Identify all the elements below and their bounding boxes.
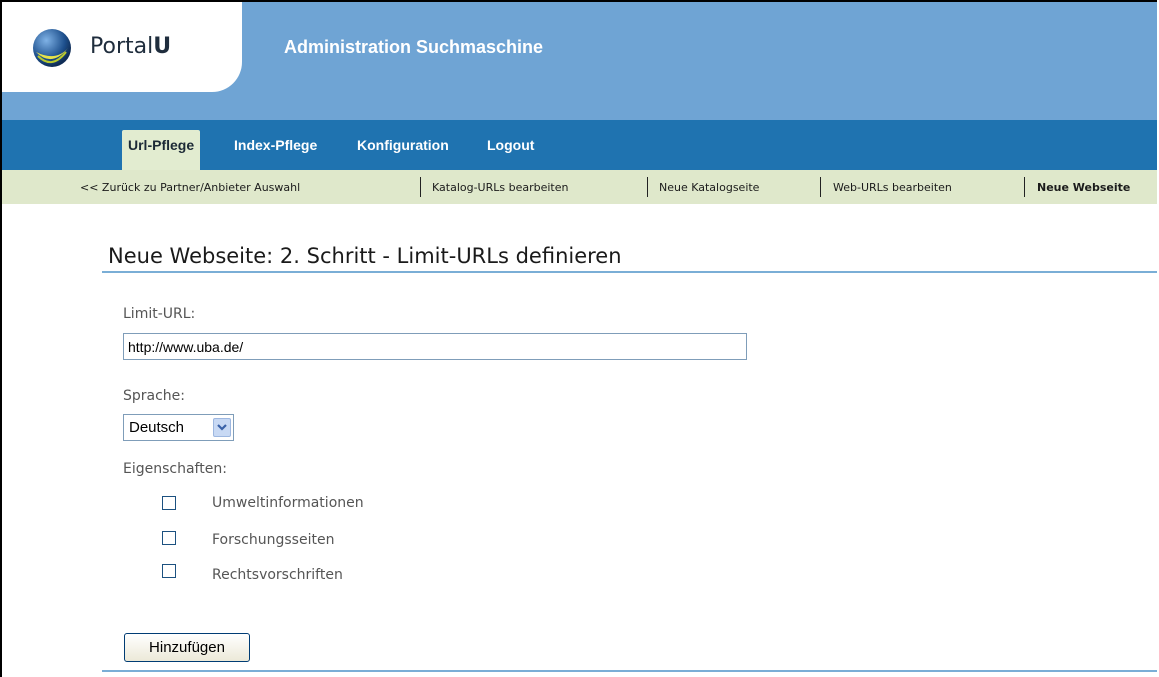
- limit-url-input[interactable]: [123, 333, 747, 360]
- subnav-divider: [647, 177, 648, 197]
- subnav-neue-katalogseite-link[interactable]: Neue Katalogseite: [659, 181, 759, 194]
- logo-text: PortalU: [90, 34, 172, 59]
- checkbox-label-rechtsvorschriften: Rechtsvorschriften: [212, 567, 343, 583]
- limit-url-label: Limit-URL:: [123, 306, 196, 322]
- checkbox-forschungsseiten[interactable]: [162, 531, 176, 545]
- bottom-divider: [102, 670, 1157, 672]
- chevron-down-icon: [217, 424, 227, 431]
- sub-nav: << Zurück zu Partner/Anbieter Auswahl Ka…: [2, 170, 1157, 204]
- nav-tab-logout[interactable]: Logout: [487, 130, 534, 160]
- portalu-logo-icon: [33, 29, 71, 67]
- title-divider: [102, 271, 1157, 273]
- subnav-divider: [420, 177, 421, 197]
- dropdown-arrow-icon[interactable]: [213, 418, 231, 437]
- subnav-web-urls-link[interactable]: Web-URLs bearbeiten: [833, 181, 952, 194]
- language-select[interactable]: Deutsch: [123, 414, 234, 441]
- main-nav: Url-Pflege Index-Pflege Konfiguration Lo…: [2, 120, 1157, 170]
- nav-tab-url-pflege[interactable]: Url-Pflege: [122, 130, 201, 170]
- properties-label: Eigenschaften:: [123, 461, 227, 477]
- subnav-back-link[interactable]: << Zurück zu Partner/Anbieter Auswahl: [80, 181, 300, 194]
- subnav-divider: [1024, 177, 1025, 197]
- logo-area: PortalU: [2, 2, 242, 92]
- checkbox-umweltinformationen[interactable]: [162, 496, 176, 510]
- subnav-katalog-urls-link[interactable]: Katalog-URLs bearbeiten: [432, 181, 568, 194]
- header-banner: PortalU Administration Suchmaschine: [2, 2, 1157, 120]
- nav-tab-index-pflege[interactable]: Index-Pflege: [234, 130, 317, 160]
- nav-tab-konfiguration[interactable]: Konfiguration: [357, 130, 449, 160]
- language-selected-value: Deutsch: [129, 419, 185, 436]
- add-button[interactable]: Hinzufügen: [124, 633, 250, 662]
- subnav-neue-webseite-link[interactable]: Neue Webseite: [1037, 181, 1130, 194]
- page-title: Neue Webseite: 2. Schritt - Limit-URLs d…: [108, 244, 622, 268]
- language-label: Sprache:: [123, 388, 186, 404]
- checkbox-rechtsvorschriften[interactable]: [162, 564, 176, 578]
- browser-page: PortalU Administration Suchmaschine Url-…: [0, 0, 1157, 677]
- checkbox-label-forschungsseiten: Forschungsseiten: [212, 532, 335, 548]
- subnav-divider: [820, 177, 821, 197]
- checkbox-label-umweltinformationen: Umweltinformationen: [212, 495, 364, 511]
- app-title: Administration Suchmaschine: [284, 37, 544, 57]
